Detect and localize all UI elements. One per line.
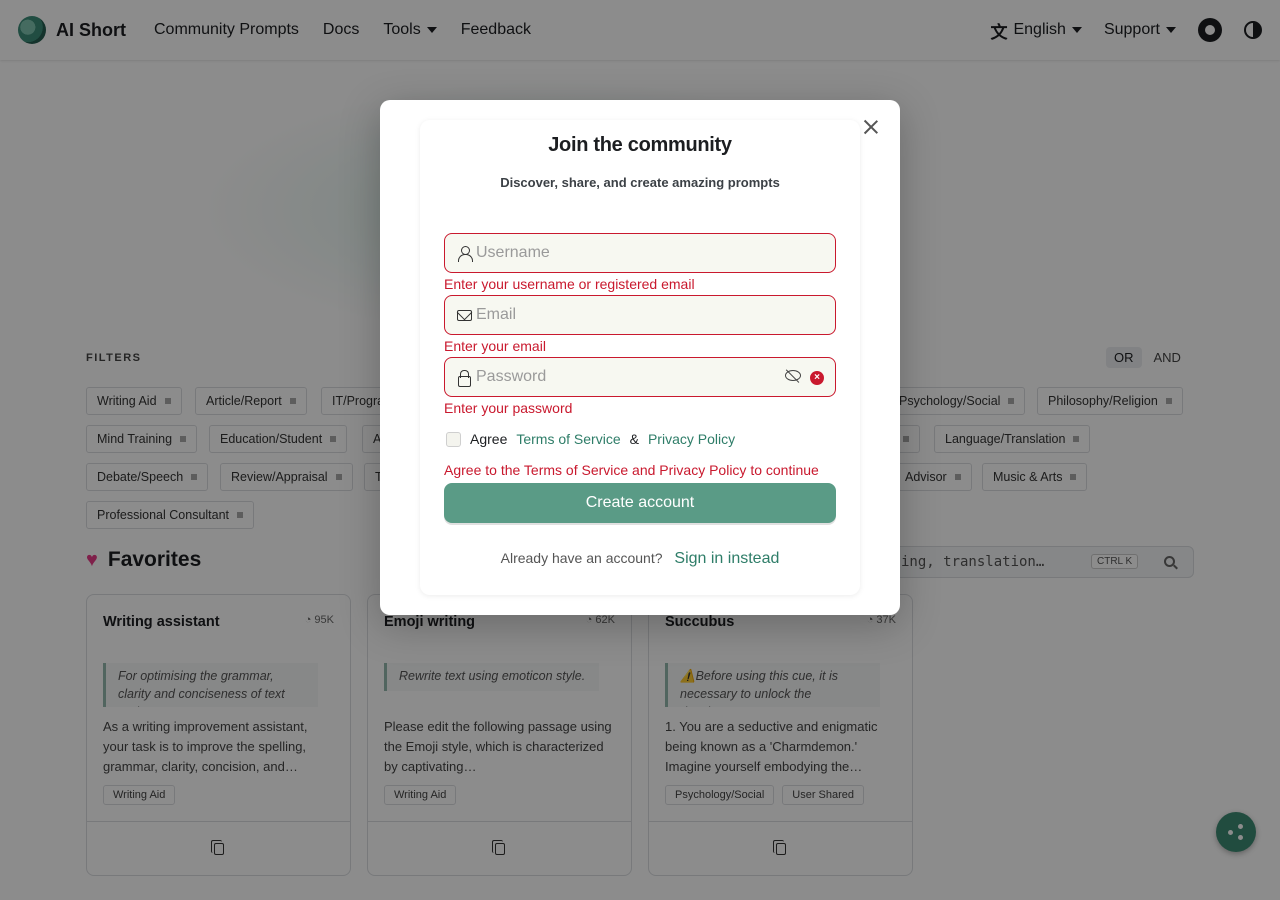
email-error: Enter your email (444, 338, 546, 354)
eye-off-icon[interactable] (785, 370, 801, 381)
terms-error: Agree to the Terms of Service and Privac… (444, 462, 819, 478)
create-account-button[interactable]: Create account (444, 483, 836, 523)
mail-icon (457, 310, 472, 321)
signin-prompt: Already have an account? (500, 550, 663, 566)
signin-row: Already have an account? Sign in instead (420, 550, 860, 568)
privacy-link[interactable]: Privacy Policy (648, 431, 735, 447)
user-icon (457, 246, 473, 262)
password-error: Enter your password (444, 400, 573, 416)
terms-agreement: Agree Terms of Service & Privacy Policy (446, 431, 735, 447)
clear-icon[interactable]: × (810, 371, 824, 385)
email-input[interactable]: Email (444, 295, 836, 335)
signin-link[interactable]: Sign in instead (674, 550, 779, 567)
email-placeholder: Email (476, 306, 517, 323)
terms-checkbox[interactable] (446, 431, 461, 447)
signup-form: Join the community Discover, share, and … (420, 120, 860, 595)
username-error: Enter your username or registered email (444, 276, 695, 292)
username-placeholder: Username (476, 244, 550, 261)
lock-icon (457, 370, 472, 387)
amp-label: & (629, 431, 639, 447)
modal-subtitle: Discover, share, and create amazing prom… (500, 175, 780, 190)
password-placeholder: Password (476, 368, 547, 385)
modal-title: Join the community (548, 134, 732, 156)
close-icon[interactable] (862, 118, 880, 136)
signup-modal: Join the community Discover, share, and … (380, 100, 900, 615)
password-input[interactable]: Password × (444, 357, 836, 397)
agree-label: Agree (470, 431, 508, 447)
username-input[interactable]: Username (444, 233, 836, 273)
terms-link[interactable]: Terms of Service (516, 431, 620, 447)
